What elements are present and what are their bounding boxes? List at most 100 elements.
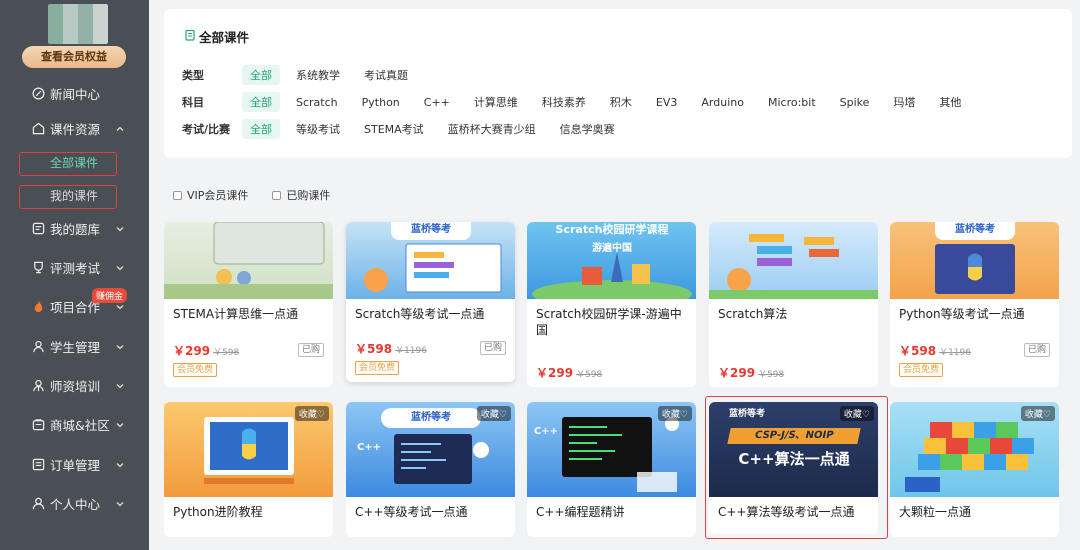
sidebar-item-teacher-training[interactable]: 师资培训 — [0, 372, 149, 398]
shop-icon — [31, 417, 45, 431]
filter-option[interactable]: Scratch — [288, 94, 346, 111]
course-thumbnail: 收藏♡ — [164, 402, 333, 497]
course-title: C++编程题精讲 — [536, 505, 625, 519]
course-card[interactable]: Scratch校园研学课程 游遍中国 Scratch校园研学课-游遍中国 ￥29… — [527, 222, 696, 387]
filter-option[interactable]: 科技素养 — [534, 92, 594, 112]
original-price: ￥1196 — [395, 346, 427, 356]
vip-courseware-checkbox[interactable]: VIP会员课件 — [173, 187, 248, 203]
avatar[interactable] — [48, 4, 108, 44]
filter-label: 科目 — [182, 96, 204, 109]
course-thumbnail: 蓝桥等考 — [346, 222, 515, 299]
panel-title: 全部课件 — [184, 27, 249, 46]
checkbox-box[interactable] — [272, 190, 282, 200]
sidebar-item-students[interactable]: 学生管理 — [0, 333, 149, 359]
filter-option[interactable]: 玛塔 — [885, 92, 923, 112]
sidebar-subitem-all-courseware[interactable]: 全部课件 — [19, 152, 117, 176]
price: ￥598 — [355, 342, 393, 356]
filter-label: 类型 — [182, 69, 204, 82]
filter-option[interactable]: Arduino — [693, 94, 752, 111]
member-free-tag: 会员免费 — [355, 361, 400, 375]
chevron-down-icon — [115, 261, 125, 276]
sidebar-item-personal-center[interactable]: 个人中心 — [0, 490, 149, 516]
extra-filters: VIP会员课件 已购课件 — [173, 187, 330, 203]
original-price: ￥598 — [213, 348, 240, 358]
course-thumbnail: 收藏♡ — [890, 402, 1059, 497]
course-card[interactable]: 收藏♡ 大颗粒一点通 — [890, 402, 1059, 537]
chevron-down-icon — [115, 379, 125, 394]
filter-row-subject: 科目 全部 Scratch Python C++ 计算思维 科技素养 积木 EV… — [182, 92, 977, 112]
filter-row-type: 类型 全部 系统教学 考试真题 — [182, 65, 424, 85]
filter-option[interactable]: Micro:bit — [760, 94, 824, 111]
filter-option[interactable]: STEMA考试 — [356, 119, 432, 139]
course-card[interactable]: 蓝桥等考 Scratch等级考试一点通 ￥598 ￥1196 已购 会员免费 — [346, 222, 515, 382]
vip-benefits-button[interactable]: 查看会员权益 — [22, 46, 126, 68]
course-thumbnail: Scratch校园研学课程 游遍中国 — [527, 222, 696, 299]
filter-option[interactable]: 全部 — [242, 119, 280, 139]
filter-row-exam: 考试/比赛 全部 等级考试 STEMA考试 蓝桥杯大赛青少组 信息学奥赛 — [182, 119, 631, 139]
course-card[interactable]: 蓝桥等考 C++ 收藏♡ C++等级考试一点通 — [346, 402, 515, 537]
course-title: Scratch校园研学课-游遍中国 — [536, 307, 682, 337]
filter-option[interactable]: 积木 — [602, 92, 640, 112]
filter-option[interactable]: 其他 — [931, 92, 969, 112]
original-price: ￥598 — [758, 370, 785, 380]
filter-option[interactable]: 等级考试 — [288, 119, 348, 139]
price-line: ￥299 ￥598 — [718, 364, 784, 381]
question-bank-icon — [31, 221, 45, 235]
course-title: 大颗粒一点通 — [899, 505, 972, 519]
course-card[interactable]: Scratch算法 ￥299 ￥598 — [709, 222, 878, 387]
teacher-icon — [31, 378, 45, 392]
bought-courseware-checkbox[interactable]: 已购课件 — [272, 187, 330, 203]
filter-option[interactable]: EV3 — [648, 94, 685, 111]
course-card[interactable]: 收藏♡ Python进阶教程 — [164, 402, 333, 537]
course-card[interactable]: 蓝桥等考 CSP-J/S、NOIP C++算法一点通 收藏♡ C++算法等级考试… — [709, 402, 878, 534]
filter-option[interactable]: 全部 — [242, 92, 280, 112]
filter-option[interactable]: 系统教学 — [288, 65, 348, 85]
sidebar-item-exam[interactable]: 评测考试 — [0, 254, 149, 280]
bought-tag: 已购 — [479, 341, 506, 355]
favorite-button[interactable]: 收藏♡ — [839, 406, 874, 421]
course-thumbnail: 蓝桥等考 — [890, 222, 1059, 299]
original-price: ￥1196 — [939, 348, 971, 358]
checkbox-label: VIP会员课件 — [187, 189, 249, 202]
filter-option[interactable]: 考试真题 — [356, 65, 416, 85]
filter-option[interactable]: Spike — [832, 94, 878, 111]
sidebar-item-label: 学生管理 — [50, 339, 101, 355]
chevron-down-icon — [115, 222, 125, 237]
price: ￥299 — [173, 344, 211, 358]
filter-option[interactable]: 蓝桥杯大赛青少组 — [440, 119, 544, 139]
member-free-tag: 会员免费 — [173, 363, 218, 377]
price-line: ￥299 ￥598 — [173, 342, 239, 359]
bought-tag: 已购 — [297, 343, 324, 357]
sidebar-item-news[interactable]: 新闻中心 — [0, 80, 149, 106]
filter-option[interactable]: 信息学奥赛 — [552, 119, 623, 139]
favorite-button[interactable]: 收藏♡ — [657, 406, 692, 421]
filter-option[interactable]: C++ — [416, 94, 458, 111]
bought-tag: 已购 — [1023, 343, 1050, 357]
filter-option[interactable]: 计算思维 — [466, 92, 526, 112]
chevron-up-icon — [115, 122, 125, 137]
course-card[interactable]: C++ 收藏♡ C++编程题精讲 — [527, 402, 696, 537]
filter-option[interactable]: 全部 — [242, 65, 280, 85]
course-card[interactable]: STEMA计算思维一点通 ￥299 ￥598 已购 会员免费 — [164, 222, 333, 387]
sidebar-item-label: 师资培训 — [50, 378, 101, 394]
price-line: ￥598 ￥1196 — [355, 340, 427, 357]
sidebar-subitem-my-courseware[interactable]: 我的课件 — [19, 185, 117, 209]
sidebar-item-shop-community[interactable]: 商城&社区 — [0, 411, 149, 437]
sidebar-item-label: 我的题库 — [50, 221, 101, 237]
course-card[interactable]: 蓝桥等考 Python等级考试一点通 ￥598 ￥1196 已购 会员免费 — [890, 222, 1059, 387]
price: ￥598 — [899, 344, 937, 358]
price: ￥299 — [536, 366, 574, 380]
course-title: Scratch算法 — [718, 307, 788, 321]
favorite-button[interactable]: 收藏♡ — [1020, 406, 1055, 421]
filter-option[interactable]: Python — [354, 94, 408, 111]
sidebar-item-orders[interactable]: 订单管理 — [0, 451, 149, 477]
sidebar-item-question-bank[interactable]: 我的题库 — [0, 215, 149, 241]
sidebar-item-label: 商城&社区 — [50, 417, 110, 433]
favorite-button[interactable]: 收藏♡ — [294, 406, 329, 421]
favorite-button[interactable]: 收藏♡ — [476, 406, 511, 421]
course-title: C++等级考试一点通 — [355, 505, 468, 519]
course-title: Python进阶教程 — [173, 505, 263, 519]
sidebar-item-courseware[interactable]: 课件资源 — [0, 115, 149, 141]
checkbox-box[interactable] — [173, 190, 182, 200]
course-title: Scratch等级考试一点通 — [355, 307, 485, 321]
